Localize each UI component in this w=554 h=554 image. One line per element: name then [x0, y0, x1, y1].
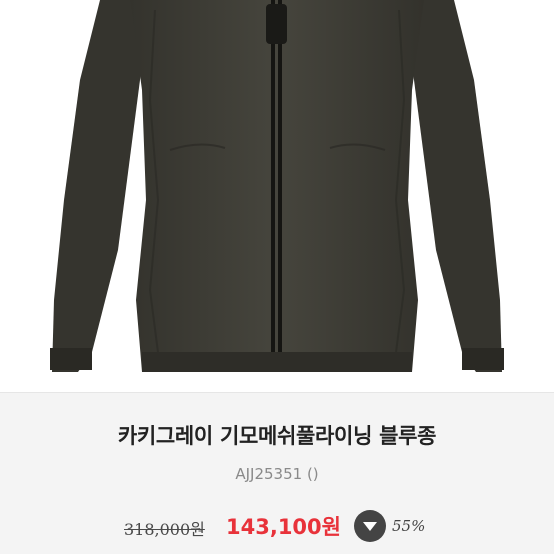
product-title[interactable]: 카키그레이 기모메쉬풀라이닝 블루종: [0, 420, 554, 450]
original-price: 318,000원: [124, 520, 205, 539]
discount-rate: 55%: [392, 517, 426, 535]
sale-price: 143,100원: [226, 515, 341, 539]
product-code: AJJ25351 (): [235, 465, 319, 483]
down-arrow-icon: [354, 510, 386, 542]
price-row: 318,000원 143,100원 55%: [0, 510, 554, 542]
jacket-illustration: [50, 0, 504, 372]
product-image[interactable]: [0, 0, 554, 392]
product-info-panel: 카키그레이 기모메쉬풀라이닝 블루종 AJJ25351 () 318,000원 …: [0, 392, 554, 554]
